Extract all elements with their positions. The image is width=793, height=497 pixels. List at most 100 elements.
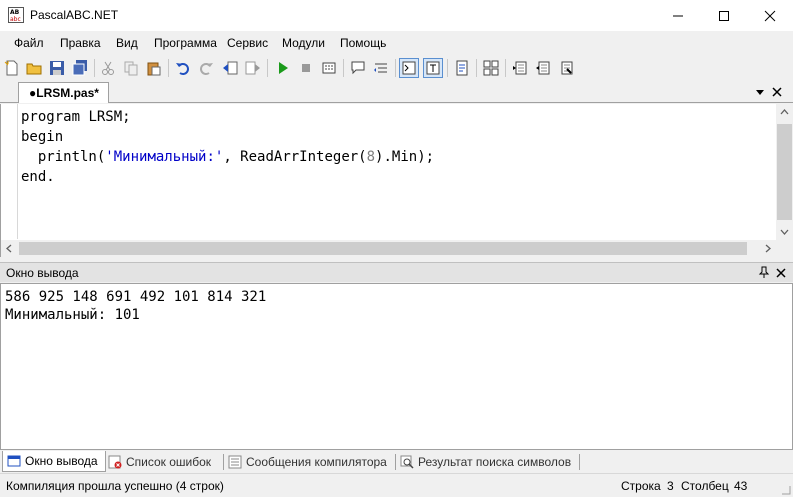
navigate-forward-icon xyxy=(245,61,260,75)
menu-edit[interactable]: Правка xyxy=(60,36,101,50)
navigate-back-button[interactable] xyxy=(220,58,240,78)
new-file-button[interactable] xyxy=(2,58,22,78)
editor-vertical-scrollbar[interactable] xyxy=(776,104,793,240)
output-window-icon xyxy=(7,455,21,467)
code-text[interactable]: program LRSM; begin println('Минимальный… xyxy=(21,107,434,187)
output-text: 586 925 148 691 492 101 814 321 Минималь… xyxy=(5,288,266,324)
svg-text:abc: abc xyxy=(10,16,21,22)
save-all-icon xyxy=(72,60,87,76)
tab-error-list[interactable]: Список ошибок xyxy=(108,451,211,472)
tab-symbol-search-results[interactable]: Результат поиска символов xyxy=(400,451,571,472)
app-icon: AB abc xyxy=(8,7,24,23)
paste-icon xyxy=(147,62,161,76)
paste-button[interactable] xyxy=(144,58,164,78)
redo-button[interactable] xyxy=(196,58,216,78)
document-view-button[interactable] xyxy=(452,58,472,78)
stop-button[interactable] xyxy=(296,58,316,78)
minimize-icon xyxy=(673,15,683,16)
copy-icon xyxy=(124,61,138,76)
stop-icon xyxy=(302,64,310,72)
tab-close-button[interactable] xyxy=(772,86,782,100)
comment-button[interactable] xyxy=(348,58,368,78)
minimize-button[interactable] xyxy=(655,0,701,31)
new-file-icon xyxy=(4,60,18,76)
window-title: PascalABC.NET xyxy=(30,8,119,22)
save-icon xyxy=(50,61,64,75)
bottom-tab-strip: Окно вывода Список ошибок Сообщения комп… xyxy=(0,450,793,473)
menu-modules[interactable]: Модули xyxy=(282,36,325,50)
code-line-2: begin xyxy=(21,129,64,145)
status-message: Компиляция прошла успешно (4 строк) xyxy=(6,479,224,493)
status-column-label: Столбец xyxy=(681,479,729,493)
status-column-value: 43 xyxy=(734,479,748,493)
form-designer-button[interactable] xyxy=(481,58,501,78)
format-code-button[interactable] xyxy=(371,58,391,78)
format-code-icon xyxy=(374,63,387,73)
debug-step-into-button[interactable] xyxy=(510,58,530,78)
pin-button[interactable] xyxy=(758,266,770,281)
maximize-button[interactable] xyxy=(701,0,747,31)
output-window[interactable]: 586 925 148 691 492 101 814 321 Минималь… xyxy=(0,283,793,450)
scroll-right-icon[interactable] xyxy=(759,240,776,257)
close-button[interactable] xyxy=(747,0,793,31)
horizontal-scroll-thumb[interactable] xyxy=(19,242,747,255)
code-editor[interactable]: program LRSM; begin println('Минимальный… xyxy=(0,104,793,257)
cut-icon xyxy=(102,61,114,75)
navigate-forward-button[interactable] xyxy=(243,58,263,78)
tab-output-window[interactable]: Окно вывода xyxy=(2,451,106,472)
menu-program[interactable]: Программа xyxy=(154,36,217,50)
navigate-back-icon xyxy=(223,61,238,75)
step-over-icon xyxy=(536,61,550,75)
compiler-messages-icon xyxy=(228,455,242,468)
output-panel-header: Окно вывода xyxy=(0,262,793,282)
tab-compiler-messages[interactable]: Сообщения компилятора xyxy=(228,451,387,472)
pin-icon xyxy=(758,266,770,278)
run-button[interactable] xyxy=(273,58,293,78)
menu-bar: Файл Правка Вид Программа Сервис Модули … xyxy=(0,31,793,55)
symbol-search-icon xyxy=(400,455,414,469)
save-all-button[interactable] xyxy=(70,58,90,78)
debug-step-out-button[interactable] xyxy=(556,58,576,78)
text-output-icon xyxy=(426,61,440,75)
chevron-down-icon xyxy=(756,90,764,95)
output-line-2: Минимальный: 101 xyxy=(5,307,140,323)
console-icon xyxy=(402,61,416,75)
code-line-1: program LRSM; xyxy=(21,109,131,125)
status-bar: Компиляция прошла успешно (4 строк) Стро… xyxy=(0,473,793,497)
tab-list-dropdown[interactable] xyxy=(755,86,765,100)
vertical-scroll-thumb[interactable] xyxy=(777,124,792,220)
comment-icon xyxy=(351,61,365,75)
svg-text:AB: AB xyxy=(10,9,20,16)
run-icon xyxy=(279,62,288,74)
compile-icon xyxy=(322,62,336,74)
open-button[interactable] xyxy=(24,58,44,78)
editor-horizontal-scrollbar[interactable] xyxy=(1,240,776,257)
menu-help[interactable]: Помощь xyxy=(340,36,386,50)
console-mode-button[interactable] xyxy=(399,58,419,78)
pascal-logo-icon: AB abc xyxy=(9,8,23,23)
menu-file[interactable]: Файл xyxy=(14,36,44,50)
debug-step-over-button[interactable] xyxy=(533,58,553,78)
tab-lrsm-pas[interactable]: ●LRSM.pas* xyxy=(18,82,109,103)
resize-grip-icon[interactable] xyxy=(779,483,791,495)
close-icon xyxy=(772,87,782,97)
open-folder-icon xyxy=(26,63,42,75)
text-output-button[interactable] xyxy=(423,58,443,78)
compile-button[interactable] xyxy=(319,58,339,78)
scroll-up-icon[interactable] xyxy=(776,104,793,121)
close-icon xyxy=(776,268,786,278)
document-tab-strip: ●LRSM.pas* xyxy=(0,81,793,103)
output-close-button[interactable] xyxy=(776,267,786,281)
menu-view[interactable]: Вид xyxy=(116,36,138,50)
cut-button[interactable] xyxy=(98,58,118,78)
save-button[interactable] xyxy=(47,58,67,78)
status-row-label: Строка xyxy=(621,479,661,493)
undo-icon xyxy=(176,63,189,75)
menu-service[interactable]: Сервис xyxy=(227,36,268,50)
scroll-left-icon[interactable] xyxy=(1,240,18,257)
error-list-icon xyxy=(108,455,122,468)
copy-button[interactable] xyxy=(121,58,141,78)
scroll-down-icon[interactable] xyxy=(776,223,793,240)
output-panel-title: Окно вывода xyxy=(6,266,79,280)
undo-button[interactable] xyxy=(173,58,193,78)
